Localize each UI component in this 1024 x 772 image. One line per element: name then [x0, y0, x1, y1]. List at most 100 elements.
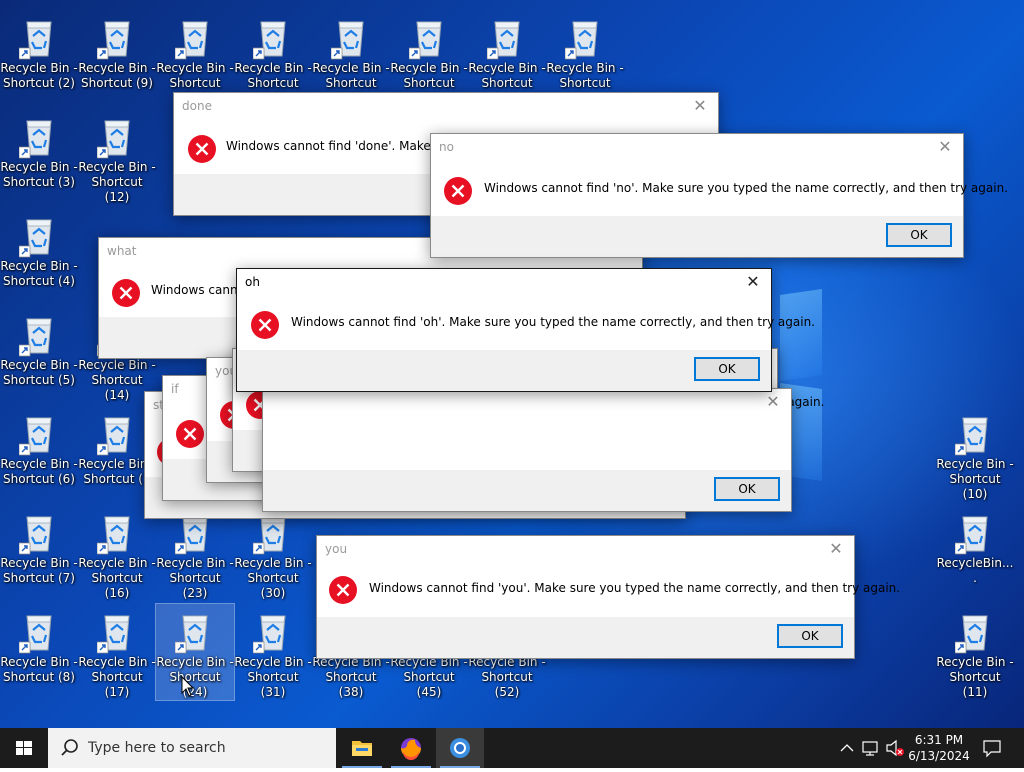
ok-button[interactable]: OK	[694, 357, 760, 381]
show-hidden-icons[interactable]	[838, 728, 856, 768]
desktop: Recycle Bin - Shortcut (2) Recycle Bin - …	[0, 0, 1024, 728]
network-tray[interactable]	[860, 728, 882, 768]
desktop-shortcut-label: Recycle Bin - Shortcut (2)	[0, 61, 78, 90]
error-dialog[interactable]: you ✕ Windows cannot find 'you'. Make sure…	[316, 535, 900, 659]
dialog-footer: OK	[263, 470, 791, 511]
taskbar-clock[interactable]: 6:31 PM 6/13/2024	[900, 732, 978, 764]
windows-logo-wallpaper	[780, 289, 822, 381]
desktop-shortcut-icon[interactable]: Recycle Bin - Shortcut (7)	[0, 505, 78, 601]
error-icon	[188, 135, 216, 163]
dialog-footer: OK	[237, 350, 771, 391]
error-icon	[176, 420, 204, 448]
desktop-shortcut-icon[interactable]: Recycle Bin - Shortcut (11)	[936, 604, 1014, 700]
desktop-shortcut-label: Recycle Bin - Shortcut (9)	[78, 61, 156, 90]
close-icon[interactable]: ✕	[826, 539, 846, 558]
recycle-bin-icon	[331, 21, 364, 60]
recycle-bin-icon	[409, 21, 442, 60]
ok-button[interactable]: OK	[777, 624, 843, 648]
desktop-shortcut-icon[interactable]: Recycle Bin - Shortcut (31)	[234, 604, 312, 700]
dialog-title: no	[439, 140, 454, 154]
desktop-shortcut-label: Recycle Bin - Shortcut (23)	[156, 556, 234, 600]
desktop-shortcut-label: Recycle Bin - Shortcut (17)	[78, 655, 156, 699]
desktop-shortcut-label: Recycle Bin - Shortcut (12)	[78, 160, 156, 204]
error-dialog[interactable]: oh ✕ Windows cannot find 'oh'. Make sure y…	[236, 268, 815, 392]
taskbar: Type here to search 6:31 PM 6/13/2024	[0, 728, 1024, 768]
error-icon	[251, 311, 279, 339]
dialog-title: you	[325, 542, 348, 556]
network-icon	[862, 741, 878, 756]
search-icon	[61, 739, 78, 756]
taskbar-search-box[interactable]: Type here to search	[48, 728, 336, 768]
recycle-bin-icon	[19, 120, 52, 159]
desktop-shortcut-icon[interactable]: Recycle Bin - Shortcut (2)	[0, 10, 78, 106]
close-icon[interactable]: ✕	[935, 137, 955, 156]
recycle-bin-icon	[97, 615, 130, 654]
recycle-bin-icon	[19, 615, 52, 654]
dialog-footer: OK	[431, 216, 963, 257]
ok-button[interactable]: OK	[886, 223, 952, 247]
desktop-shortcut-icon[interactable]: Recycle Bin - Shortcut (10)	[936, 406, 1014, 502]
dialog-message: Windows cannot find 'no'. Make sure you …	[484, 181, 1008, 195]
desktop-shortcut-label: Recycle Bin - Shortcut (5)	[0, 358, 78, 387]
file-explorer-icon	[352, 741, 372, 756]
desktop-shortcut-icon[interactable]: Recycle Bin - Shortcut (17)	[78, 604, 156, 700]
error-icon-wrap	[175, 419, 205, 453]
desktop-shortcut-icon[interactable]: Recycle Bin - Shortcut (30)	[234, 505, 312, 601]
recycle-bin-icon	[19, 318, 52, 357]
search-placeholder: Type here to search	[88, 740, 226, 756]
desktop-shortcut-label: Recycle Bin - Shortcut (10)	[936, 457, 1014, 501]
mouse-cursor-icon	[181, 676, 195, 697]
recycle-bin-icon	[97, 417, 130, 456]
taskbar-file-explorer[interactable]	[338, 728, 386, 768]
desktop-shortcut-icon[interactable]: Recycle Bin - Shortcut (23)	[156, 505, 234, 601]
desktop-shortcut-icon[interactable]: Recycle Bin - Shortcut (5)	[0, 307, 78, 403]
desktop-shortcut-icon[interactable]: Recycle Bin - Shortcut (9)	[78, 10, 156, 106]
dialog-title: what	[107, 244, 137, 258]
desktop-shortcut-label: Recycle Bin - Shortcut (52)	[468, 655, 546, 699]
desktop-shortcut-icon[interactable]: Recycle Bin - Shortcut (4)	[0, 208, 78, 304]
error-icon	[329, 576, 357, 604]
desktop-shortcut-icon[interactable]: RecycleBin....	[936, 505, 1014, 601]
desktop-shortcut-label: Recycle Bin - Shortcut (45)	[390, 655, 468, 699]
recycle-bin-icon	[955, 615, 988, 654]
desktop-shortcut-label: Recycle Bin - Shortcut (6)	[0, 457, 78, 486]
recycle-bin-icon	[175, 21, 208, 60]
recycle-bin-icon	[253, 21, 286, 60]
windows-start-icon	[16, 741, 32, 755]
dialog-message: Windows cannot find 'oh'. Make sure you …	[291, 315, 815, 329]
error-icon-wrap	[443, 176, 473, 210]
recycle-bin-icon	[955, 417, 988, 456]
recycle-bin-icon	[97, 516, 130, 555]
error-dialog[interactable]: ✕ OK	[262, 388, 792, 512]
action-center[interactable]	[980, 728, 1004, 768]
desktop-shortcut-label: Recycle Bin - Shortcut (8)	[0, 655, 78, 684]
ok-button[interactable]: OK	[714, 477, 780, 501]
close-icon[interactable]: ✕	[763, 392, 783, 411]
desktop-shortcut-label: Recycle Bin - Shortcut (24)	[156, 655, 234, 699]
taskbar-firefox[interactable]	[387, 728, 435, 768]
desktop-shortcut-label: Recycle Bin - Shortcut (38)	[312, 655, 390, 699]
dialog-title: oh	[245, 275, 260, 289]
error-dialog[interactable]: no ✕ Windows cannot find 'no'. Make sure y…	[430, 133, 1008, 258]
taskbar-chrome[interactable]	[436, 728, 484, 768]
clock-time: 6:31 PM	[914, 733, 964, 747]
error-icon	[112, 279, 140, 307]
desktop-shortcut-icon[interactable]: Recycle Bin - Shortcut (12)	[78, 109, 156, 205]
desktop-shortcut-icon[interactable]: Recycle Bin - Shortcut (16)	[78, 505, 156, 601]
close-icon[interactable]: ✕	[690, 96, 710, 115]
desktop-shortcut-icon[interactable]: Recycle Bin - Shortcut (24)	[155, 603, 235, 701]
desktop-shortcut-label: Recycle Bin - Shortcut (7)	[0, 556, 78, 585]
close-icon[interactable]: ✕	[743, 272, 763, 291]
desktop-shortcut-label: Recycle Bin - Shortcut (16)	[78, 556, 156, 600]
recycle-bin-icon	[955, 516, 988, 555]
recycle-bin-icon	[565, 21, 598, 60]
desktop-shortcut-icon[interactable]: Recycle Bin - Shortcut (3)	[0, 109, 78, 205]
clock-date: 6/13/2024	[908, 749, 970, 763]
start-button[interactable]	[0, 728, 48, 768]
dialog-message: Windows canno	[151, 283, 245, 297]
recycle-bin-icon	[19, 219, 52, 258]
desktop-shortcut-icon[interactable]: Recycle Bin - Shortcut (6)	[0, 406, 78, 502]
recycle-bin-icon	[19, 516, 52, 555]
desktop-shortcut-icon[interactable]: Recycle Bin - Shortcut (8)	[0, 604, 78, 700]
desktop-shortcut-label: RecycleBin....	[936, 556, 1014, 585]
